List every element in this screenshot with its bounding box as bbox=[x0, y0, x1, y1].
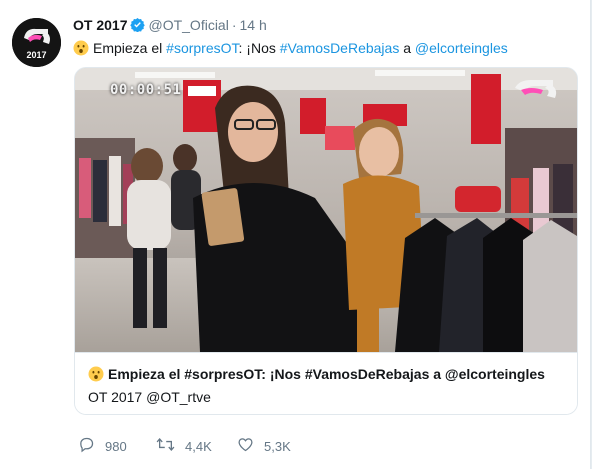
tweet[interactable]: 2017 OT 2017 @OT_Oficial · 14 h Empieza el … bbox=[0, 0, 591, 469]
tweet-header: OT 2017 @OT_Oficial · 14 h bbox=[73, 16, 267, 36]
reply-count: 980 bbox=[105, 438, 127, 454]
author-name[interactable]: OT 2017 bbox=[73, 17, 127, 33]
card-source: OT 2017 @OT_rtve bbox=[88, 389, 211, 405]
retweet-icon bbox=[156, 436, 185, 456]
reply-icon bbox=[78, 436, 105, 456]
like-button[interactable]: 5,3K bbox=[237, 436, 291, 456]
avatar-label: 2017 bbox=[26, 50, 46, 60]
tweet-text: Empieza el #sorpresOT: ¡Nos #VamosDeReba… bbox=[73, 39, 508, 60]
retweet-button[interactable]: 4,4K bbox=[156, 436, 212, 456]
tweet-text-middle: : ¡Nos bbox=[238, 40, 280, 56]
heart-icon bbox=[237, 436, 264, 456]
tweet-text-connector: a bbox=[399, 40, 415, 56]
like-count: 5,3K bbox=[264, 438, 291, 454]
verified-badge-icon bbox=[130, 17, 146, 36]
avatar[interactable]: 2017 bbox=[12, 18, 61, 67]
card-title: Empieza el #sorpresOT: ¡Nos #VamosDeReba… bbox=[88, 366, 545, 385]
tweet-text-prefix: Empieza el bbox=[93, 40, 167, 56]
author-handle[interactable]: @OT_Oficial bbox=[148, 17, 228, 33]
hashtag-vamosderebajas[interactable]: #VamosDeRebajas bbox=[280, 40, 400, 56]
mention-elcorteingles[interactable]: @elcorteingles bbox=[415, 40, 508, 56]
card-title-text: Empieza el #sorpresOT: ¡Nos #VamosDeReba… bbox=[108, 366, 545, 382]
video-frame bbox=[75, 68, 577, 352]
retweet-count: 4,4K bbox=[185, 438, 212, 454]
reply-button[interactable]: 980 bbox=[78, 436, 127, 456]
video-timecode: 00:00:51 bbox=[110, 82, 182, 98]
hashtag-sorpresot[interactable]: #sorpresOT bbox=[166, 40, 238, 56]
card-footer[interactable]: Empieza el #sorpresOT: ¡Nos #VamosDeReba… bbox=[75, 352, 577, 414]
media-card[interactable]: 00:00:51 Empieza el #sorpresOT: ¡Nos #Va… bbox=[74, 67, 578, 415]
tweet-timestamp[interactable]: 14 h bbox=[240, 17, 267, 33]
astonished-face-emoji-icon bbox=[73, 40, 89, 60]
video-player[interactable]: 00:00:51 bbox=[75, 68, 577, 352]
separator-dot: · bbox=[231, 17, 237, 33]
astonished-face-emoji-icon bbox=[88, 366, 104, 385]
